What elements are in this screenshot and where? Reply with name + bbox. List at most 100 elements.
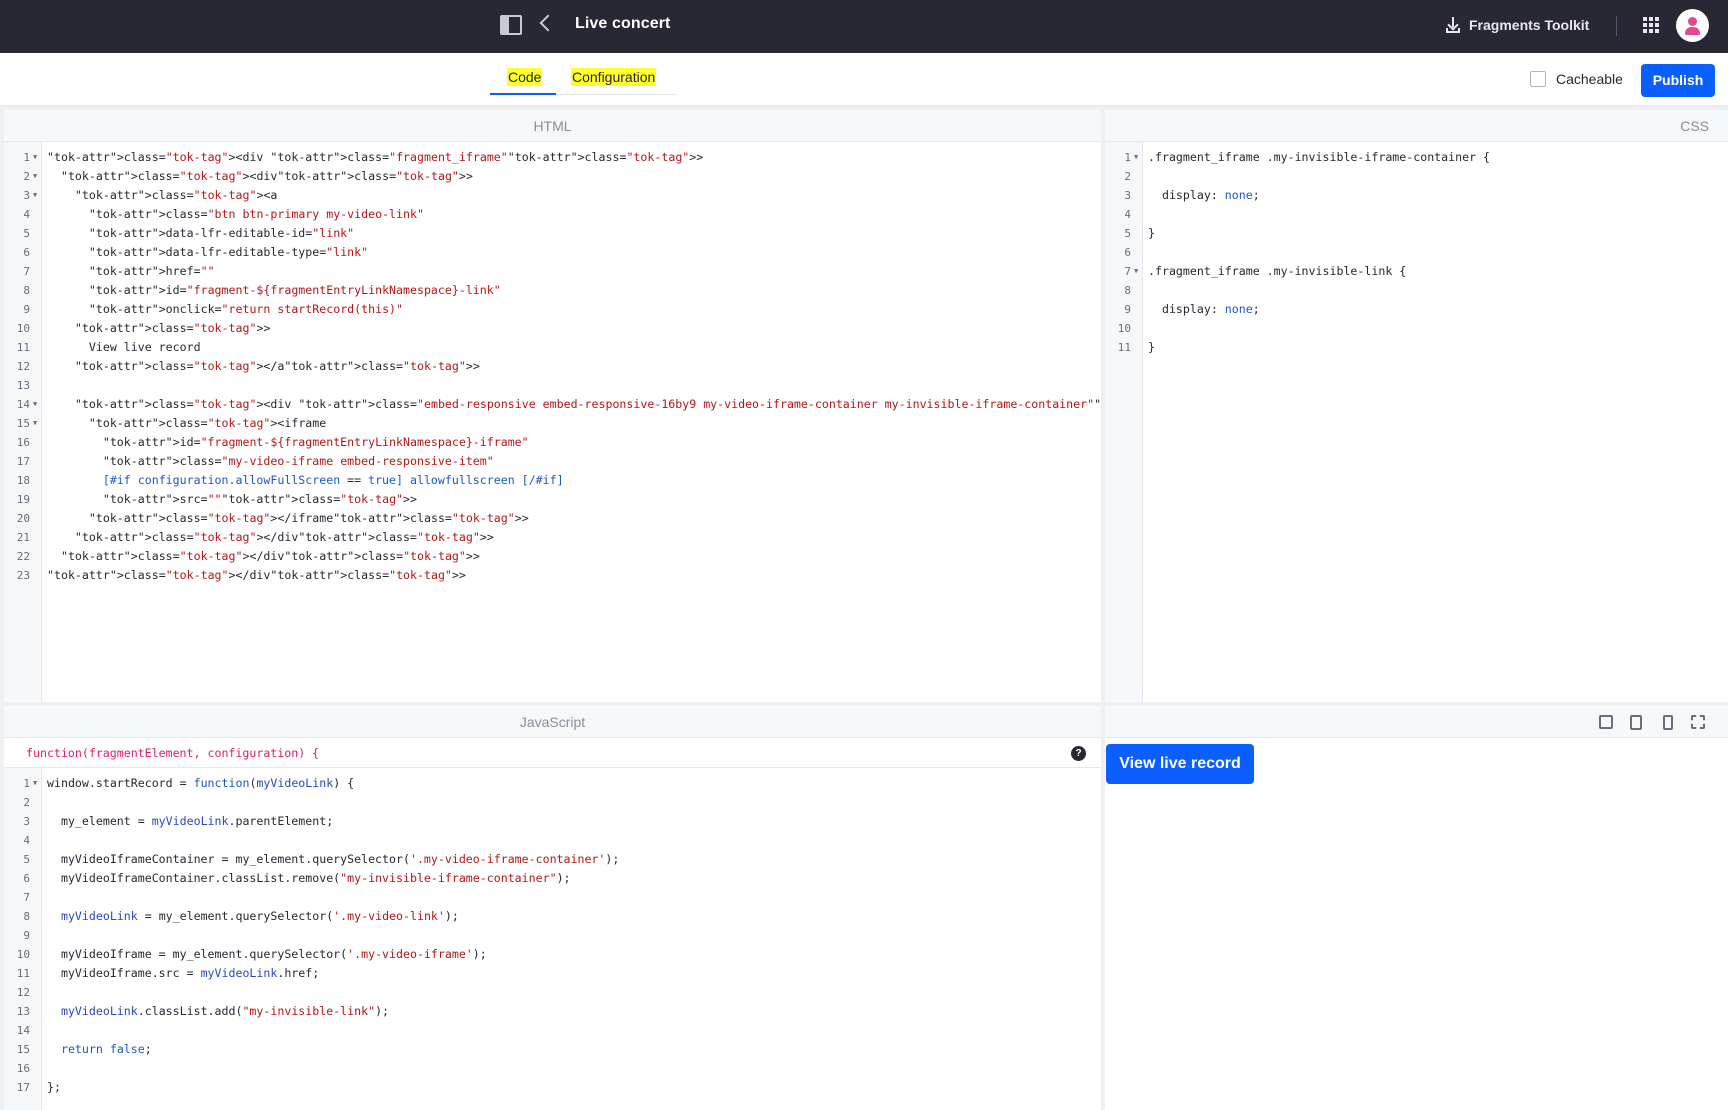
fold-arrow-icon[interactable]: ▼ <box>33 148 37 167</box>
code-text: myVideoIframeContainer.classList.remove(… <box>47 871 571 885</box>
line-number: 6 <box>1124 246 1131 259</box>
code-line: 17 "tok-attr">class="my-video-iframe emb… <box>4 452 1101 471</box>
code-text: "tok-attr">class="tok-tag"><div "tok-att… <box>47 150 704 164</box>
css-code-editor[interactable]: 1 ▼ .fragment_iframe .my-invisible-iframe-… <box>1105 142 1728 702</box>
line-number: 4 <box>23 208 30 221</box>
line-number: 20 <box>16 512 30 525</box>
line-number: 9 <box>1124 303 1131 316</box>
fold-arrow-icon[interactable]: ▼ <box>33 395 37 414</box>
line-number: 1 <box>23 151 30 164</box>
top-navigation-bar: Live concert Fragments Toolkit <box>0 0 1728 53</box>
code-line: 2 <box>4 793 1101 812</box>
apps-grid-icon[interactable] <box>1643 17 1659 33</box>
sidebar-toggle-icon[interactable] <box>500 15 522 35</box>
code-line: 3 my_element = myVideoLink.parentElement… <box>4 812 1101 831</box>
cacheable-toggle[interactable]: Cacheable <box>1530 71 1623 87</box>
code-line: 1 ▼ "tok-attr">class="tok-tag"><div "tok-a… <box>4 148 1101 167</box>
code-line: 23 "tok-attr">class="tok-tag"></div"tok-a… <box>4 566 1101 585</box>
code-line: 11 myVideoIframe.src = myVideoLink.href; <box>4 964 1101 983</box>
javascript-pane-title: JavaScript <box>4 706 1101 738</box>
code-line: 11 View live record <box>4 338 1101 357</box>
code-text: "tok-attr">class="tok-tag"></div"tok-att… <box>74 530 494 544</box>
code-text: "tok-attr">class="tok-tag"></a"tok-attr"… <box>74 359 480 373</box>
fold-arrow-icon[interactable]: ▼ <box>33 414 37 433</box>
fold-arrow-icon[interactable]: ▼ <box>33 167 37 186</box>
page-title: Live concert <box>575 15 671 32</box>
line-number: 22 <box>16 550 30 563</box>
line-number: 8 <box>23 284 30 297</box>
download-icon <box>1446 17 1460 33</box>
code-line: 6 myVideoIframeContainer.classList.remov… <box>4 869 1101 888</box>
code-line: 16 <box>4 1059 1101 1078</box>
tab-configuration-label: Configuration <box>571 68 657 86</box>
fold-arrow-icon[interactable]: ▼ <box>1134 262 1138 281</box>
code-text: "tok-attr">class="btn btn-primary my-vid… <box>88 207 424 221</box>
code-line: 6 <box>1105 243 1728 262</box>
css-editor-pane: CSS 1 ▼ .fragment_iframe .my-invisible-ifr… <box>1105 110 1728 702</box>
preview-pane: View live record <box>1105 706 1728 1110</box>
line-number: 8 <box>23 910 30 923</box>
js-function-signature: function(fragmentElement, configuration)… <box>4 738 1101 768</box>
code-line: 21 "tok-attr">class="tok-tag"></div"tok-… <box>4 528 1101 547</box>
fold-arrow-icon[interactable]: ▼ <box>1134 148 1138 167</box>
desktop-view-icon[interactable] <box>1599 715 1613 729</box>
back-arrow-icon[interactable] <box>539 14 557 32</box>
code-line: 15 ▼ "tok-attr">class="tok-tag"><iframe <box>4 414 1101 433</box>
fold-arrow-icon[interactable]: ▼ <box>33 186 37 205</box>
html-code-editor[interactable]: 1 ▼ "tok-attr">class="tok-tag"><div "tok-a… <box>4 142 1101 702</box>
code-line: 8 myVideoLink = my_element.querySelector… <box>4 907 1101 926</box>
code-text: View live record <box>47 340 201 354</box>
line-number: 5 <box>23 227 30 240</box>
line-number: 3 <box>23 189 30 202</box>
code-text: "tok-attr">class="my-video-iframe embed-… <box>102 454 494 468</box>
javascript-code-editor[interactable]: 1 ▼ window.startRecord = function(myVideoL… <box>4 768 1101 1110</box>
tab-code[interactable]: Code <box>505 68 544 86</box>
publish-button[interactable]: Publish <box>1641 64 1715 97</box>
code-line: 6 "tok-attr">data-lfr-editable-type="lin… <box>4 243 1101 262</box>
tab-configuration[interactable]: Configuration <box>569 68 658 86</box>
code-text: display: none; <box>1148 302 1260 316</box>
javascript-editor-pane: JavaScript function(fragmentElement, con… <box>4 706 1101 1110</box>
line-number: 7 <box>23 265 30 278</box>
line-number: 3 <box>1124 189 1131 202</box>
fullscreen-icon[interactable] <box>1691 715 1705 729</box>
code-line: 2 ▼ "tok-attr">class="tok-tag"><div"tok-a… <box>4 167 1101 186</box>
code-line: 14 ▼ "tok-attr">class="tok-tag"><div "tok… <box>4 395 1101 414</box>
line-number: 7 <box>1124 265 1131 278</box>
code-text: return false; <box>60 1042 152 1056</box>
help-icon[interactable]: ? <box>1071 746 1086 761</box>
code-line: 11} <box>1105 338 1728 357</box>
code-line: 9 <box>4 926 1101 945</box>
line-number: 9 <box>23 303 30 316</box>
cacheable-checkbox[interactable] <box>1530 71 1546 87</box>
mobile-view-icon[interactable] <box>1663 715 1673 730</box>
code-text: "tok-attr">class="tok-tag"><a <box>74 188 278 202</box>
fragments-toolkit-button[interactable]: Fragments Toolkit <box>1446 14 1589 36</box>
fold-arrow-icon[interactable]: ▼ <box>33 774 37 793</box>
line-number: 12 <box>16 986 30 999</box>
code-text: .fragment_iframe .my-invisible-link { <box>1148 264 1407 278</box>
code-line: 15 return false; <box>4 1040 1101 1059</box>
code-line: 7 "tok-attr">href="" <box>4 262 1101 281</box>
code-text: my_element = myVideoLink.parentElement; <box>47 814 334 828</box>
user-avatar[interactable] <box>1676 9 1709 42</box>
preview-toolbar <box>1105 706 1728 738</box>
code-line: 7 ▼ .fragment_iframe .my-invisible-link { <box>1105 262 1728 281</box>
line-number: 14 <box>16 398 30 411</box>
tablet-view-icon[interactable] <box>1630 715 1642 730</box>
code-text: "tok-attr">class="tok-tag"></div"tok-att… <box>60 549 480 563</box>
code-text: "tok-attr">src="""tok-attr">class="tok-t… <box>102 492 418 506</box>
code-line: 9 "tok-attr">onclick="return startRecord… <box>4 300 1101 319</box>
code-line: 18 [#if configuration.allowFullScreen ==… <box>4 471 1101 490</box>
view-live-record-button[interactable]: View live record <box>1106 744 1254 784</box>
code-line: 10 "tok-attr">class="tok-tag">> <box>4 319 1101 338</box>
line-number: 8 <box>1124 284 1131 297</box>
line-number: 12 <box>16 360 30 373</box>
line-number: 11 <box>16 341 30 354</box>
code-line: 8 "tok-attr">id="fragment-${fragmentEntr… <box>4 281 1101 300</box>
js-signature-text: function(fragmentElement, configuration)… <box>26 746 320 760</box>
code-line: 4 "tok-attr">class="btn btn-primary my-v… <box>4 205 1101 224</box>
line-number: 2 <box>1124 170 1131 183</box>
line-number: 16 <box>16 436 30 449</box>
code-line: 19 "tok-attr">src="""tok-attr">class="to… <box>4 490 1101 509</box>
